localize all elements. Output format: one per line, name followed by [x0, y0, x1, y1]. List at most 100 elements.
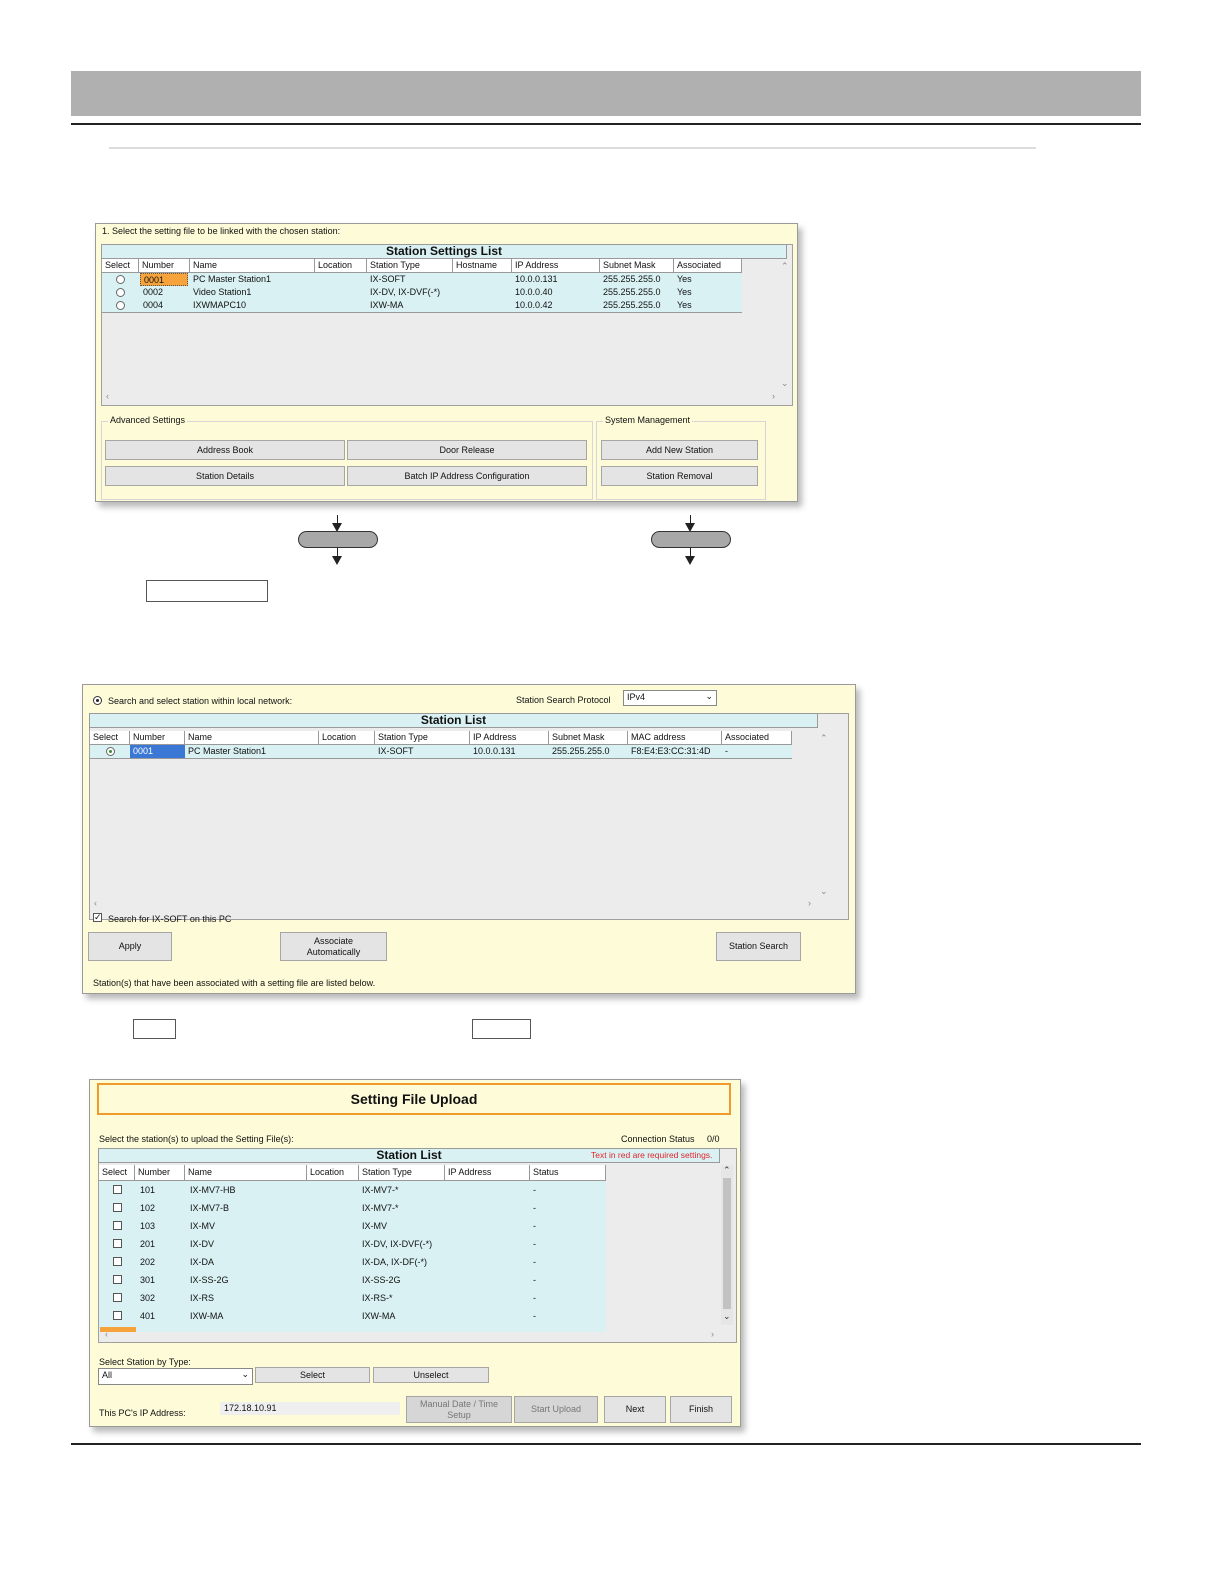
- status-cell: -: [533, 1221, 536, 1231]
- scroll-left-icon[interactable]: ‹: [106, 391, 109, 401]
- next-button[interactable]: Next: [604, 1396, 666, 1423]
- table-row[interactable]: 0004 IXWMAPC10 IXW-MA 10.0.0.42 255.255.…: [102, 299, 742, 313]
- scroll-left-icon[interactable]: ‹: [94, 898, 97, 908]
- station-search-button[interactable]: Station Search: [716, 932, 801, 961]
- associate-automatically-button[interactable]: Associate Automatically: [280, 932, 387, 961]
- scroll-down-icon[interactable]: ⌄: [820, 886, 828, 897]
- type-cell: IX-DA, IX-DF(-*): [362, 1257, 427, 1267]
- select-checkbox[interactable]: [113, 1239, 122, 1248]
- manual-date-time-button[interactable]: Manual Date / Time Setup: [406, 1396, 512, 1423]
- scroll-up-icon[interactable]: ⌃: [723, 1165, 731, 1176]
- search-local-label: Search and select station within local n…: [108, 696, 293, 706]
- table-row[interactable]: 401 IXW-MA IXW-MA -: [99, 1307, 606, 1325]
- select-radio[interactable]: [106, 747, 115, 756]
- select-by-type-label: Select Station by Type:: [99, 1357, 191, 1367]
- door-release-button[interactable]: Door Release: [347, 440, 587, 460]
- batch-ip-button[interactable]: Batch IP Address Configuration: [347, 466, 587, 486]
- name-cell: IX-RS: [190, 1293, 215, 1303]
- select-checkbox[interactable]: [113, 1275, 122, 1284]
- scroll-left-icon[interactable]: ‹: [105, 1329, 108, 1339]
- station-list-table: Station List Select Number Name Location…: [89, 713, 849, 920]
- section-divider: [109, 147, 1036, 149]
- scroll-down-icon[interactable]: ⌄: [723, 1311, 731, 1322]
- scroll-right-icon[interactable]: ›: [711, 1329, 714, 1339]
- placeholder-box: [472, 1019, 531, 1039]
- col-station-type: Station Type: [375, 731, 470, 744]
- table-row[interactable]: 101 IX-MV7-HB IX-MV7-* -: [99, 1181, 606, 1199]
- start-upload-button[interactable]: Start Upload: [514, 1396, 598, 1423]
- select-checkbox[interactable]: [113, 1203, 122, 1212]
- placeholder-box: [146, 580, 268, 602]
- number-cell: 302: [140, 1293, 156, 1303]
- placeholder-box: [133, 1019, 176, 1039]
- select-radio[interactable]: [116, 288, 125, 297]
- finish-button[interactable]: Finish: [670, 1396, 732, 1423]
- protocol-select[interactable]: IPv4 ⌄: [623, 690, 717, 706]
- status-cell: -: [533, 1203, 536, 1213]
- col-associated: Associated: [674, 259, 742, 272]
- status-cell: -: [533, 1275, 536, 1285]
- address-book-button[interactable]: Address Book: [105, 440, 345, 460]
- scroll-right-icon[interactable]: ›: [772, 391, 775, 401]
- table-row[interactable]: 201 IX-DV IX-DV, IX-DVF(-*) -: [99, 1235, 606, 1253]
- table-row[interactable]: 0001 PC Master Station1 IX-SOFT 10.0.0.1…: [102, 273, 742, 286]
- scroll-down-icon[interactable]: ⌄: [781, 378, 789, 389]
- select-radio[interactable]: [116, 275, 125, 284]
- select-button[interactable]: Select: [255, 1367, 370, 1383]
- page-header-bar: [71, 71, 1141, 116]
- col-associated: Associated: [722, 731, 792, 744]
- col-mask: Subnet Mask: [600, 259, 674, 272]
- advanced-settings-label: Advanced Settings: [108, 415, 188, 425]
- number-cell: 101: [140, 1185, 156, 1195]
- flow-pill: [298, 531, 378, 548]
- instruction-text: 1. Select the setting file to be linked …: [102, 226, 341, 236]
- table-row[interactable]: 202 IX-DA IX-DA, IX-DF(-*) -: [99, 1253, 606, 1271]
- add-new-station-button[interactable]: Add New Station: [601, 440, 758, 460]
- table-row[interactable]: 0002 Video Station1 IX-DV, IX-DVF(-*) 10…: [102, 286, 742, 299]
- table-row-partial[interactable]: [99, 1325, 606, 1332]
- table-row[interactable]: 301 IX-SS-2G IX-SS-2G -: [99, 1271, 606, 1289]
- down-arrow-icon: [685, 556, 695, 565]
- select-checkbox[interactable]: [113, 1257, 122, 1266]
- unselect-button[interactable]: Unselect: [373, 1367, 489, 1383]
- connection-status-value: 0/0: [707, 1134, 720, 1144]
- station-details-button[interactable]: Station Details: [105, 466, 345, 486]
- scrollbar-track[interactable]: ⌃ ⌄: [721, 1165, 733, 1325]
- table-row[interactable]: 0001 PC Master Station1 IX-SOFT 10.0.0.1…: [90, 745, 792, 759]
- station-settings-window: 1. Select the setting file to be linked …: [95, 223, 798, 502]
- type-cell: IX-DV, IX-DVF(-*): [362, 1239, 433, 1249]
- select-checkbox[interactable]: [113, 1311, 122, 1320]
- advanced-settings-group: Advanced Settings: [101, 415, 593, 500]
- col-select: Select: [102, 259, 139, 272]
- scroll-right-icon[interactable]: ›: [808, 898, 811, 908]
- upload-instruction: Select the station(s) to upload the Sett…: [99, 1134, 294, 1144]
- col-ip: IP Address: [445, 1165, 530, 1180]
- scrollbar-thumb[interactable]: [723, 1178, 731, 1309]
- search-local-radio[interactable]: [93, 696, 102, 705]
- apply-button[interactable]: Apply: [88, 932, 172, 961]
- upload-title: Setting File Upload: [350, 1091, 478, 1107]
- col-location: Location: [319, 731, 375, 744]
- col-number: Number: [130, 731, 185, 744]
- select-checkbox[interactable]: [113, 1221, 122, 1230]
- search-pc-checkbox[interactable]: ✓: [93, 913, 102, 922]
- table-row[interactable]: 103 IX-MV IX-MV -: [99, 1217, 606, 1235]
- select-checkbox[interactable]: [113, 1293, 122, 1302]
- col-ip: IP Address: [512, 259, 600, 272]
- type-cell: IX-DV, IX-DVF(-*): [370, 287, 441, 297]
- assoc-cell: Yes: [677, 300, 692, 310]
- name-cell: PC Master Station1: [193, 274, 272, 284]
- scroll-up-icon[interactable]: ⌃: [781, 261, 789, 272]
- table-row[interactable]: 102 IX-MV7-B IX-MV7-* -: [99, 1199, 606, 1217]
- scroll-up-icon[interactable]: ⌃: [820, 733, 828, 744]
- table-row[interactable]: 302 IX-RS IX-RS-* -: [99, 1289, 606, 1307]
- status-cell: -: [533, 1257, 536, 1267]
- manual-date-line2: Setup: [447, 1409, 471, 1420]
- select-by-type-dropdown[interactable]: All ⌄: [98, 1368, 253, 1385]
- col-status: Status: [530, 1165, 606, 1180]
- name-cell: IX-DV: [190, 1239, 215, 1249]
- select-checkbox[interactable]: [113, 1185, 122, 1194]
- name-cell: IXWMAPC10: [193, 300, 247, 310]
- select-radio[interactable]: [116, 301, 125, 310]
- station-removal-button[interactable]: Station Removal: [601, 466, 758, 486]
